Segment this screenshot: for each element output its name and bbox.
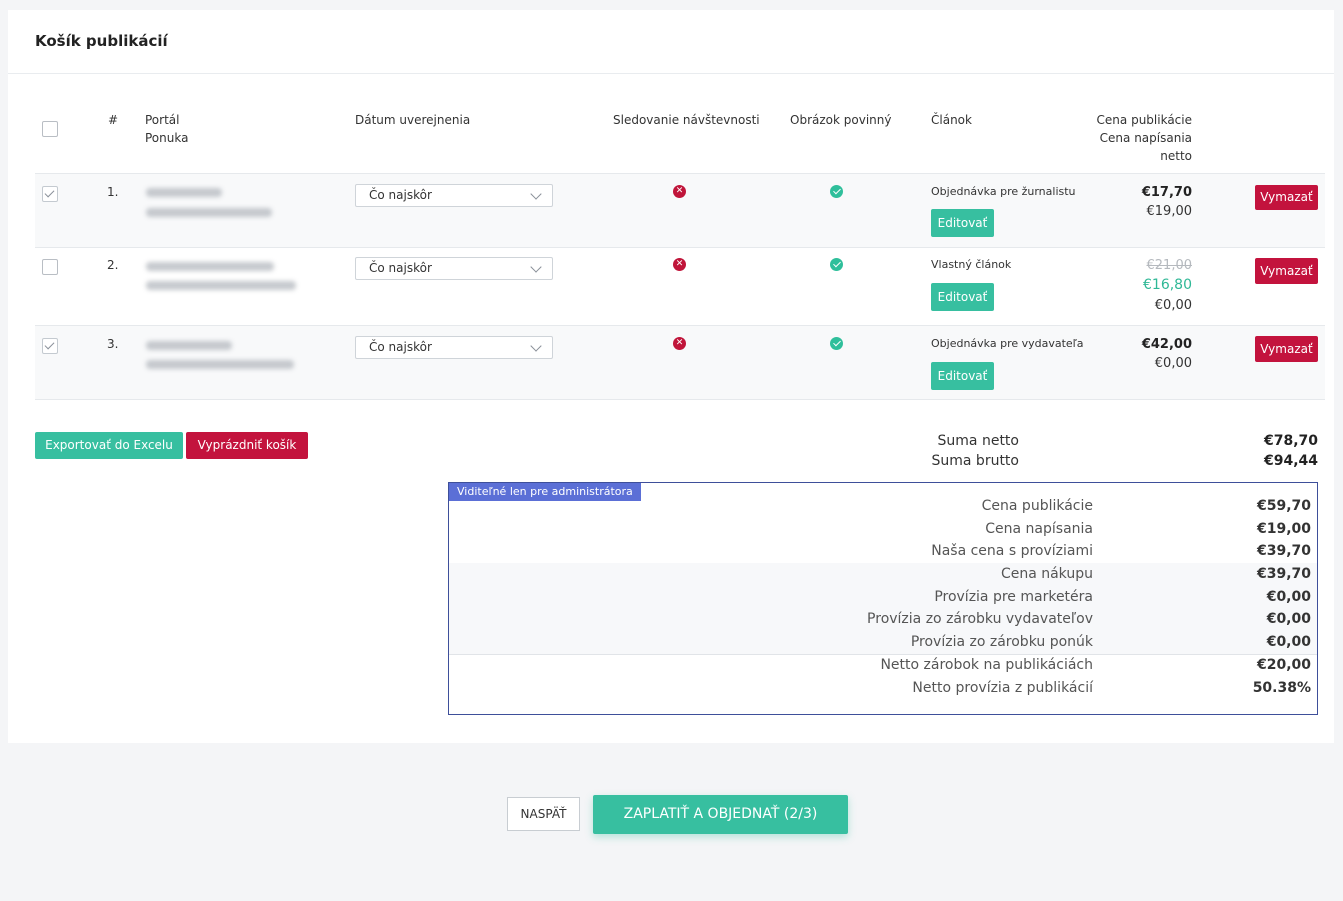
empty-cart-button[interactable]: Vyprázdniť košík: [186, 432, 308, 459]
admin-value: €20,00: [1256, 657, 1311, 673]
header-divider: [8, 73, 1334, 74]
publish-date-value: Čo najskôr: [369, 261, 432, 275]
price-publication-original: €21,00: [1146, 258, 1193, 273]
edit-article-button[interactable]: Editovať: [931, 209, 994, 237]
row-checkbox[interactable]: [42, 259, 58, 275]
admin-tag: Viditeľné len pre administrátora: [449, 483, 641, 501]
article-type: Objednávka pre žurnalistu: [931, 185, 1076, 198]
admin-value: €0,00: [1266, 634, 1311, 650]
admin-label: Cena nákupu: [1000, 566, 1093, 582]
publish-date-select[interactable]: Čo najskôr: [355, 184, 553, 207]
offer-name-redacted: [146, 281, 296, 290]
admin-label: Cena napísania: [985, 521, 1093, 537]
publish-date-select[interactable]: Čo najskôr: [355, 336, 553, 359]
row-number: 1.: [107, 185, 119, 199]
publish-date-value: Čo najskôr: [369, 340, 432, 354]
col-price-publication: Cena publikácie: [1096, 113, 1192, 127]
admin-label: Provízia pre marketéra: [934, 589, 1093, 605]
sum-net-label: Suma netto: [937, 433, 1019, 449]
price-publication-discounted: €16,80: [1143, 277, 1192, 293]
chevron-down-icon: [530, 188, 542, 200]
row-divider: [35, 399, 1325, 400]
publish-date-select[interactable]: Čo najskôr: [355, 257, 553, 280]
tracking-no-icon: ✕: [673, 258, 686, 271]
image-required-yes-icon: [830, 185, 843, 198]
col-price-writing: Cena napísania: [1099, 131, 1192, 145]
edit-article-button[interactable]: Editovať: [931, 362, 994, 390]
admin-value: €59,70: [1256, 498, 1311, 514]
select-all-checkbox[interactable]: [42, 121, 58, 137]
portal-name-redacted: [146, 341, 232, 350]
article-type: Objednávka pre vydavateľa: [931, 337, 1084, 350]
delete-row-button[interactable]: Vymazať: [1255, 336, 1318, 362]
admin-value: 50.38%: [1252, 680, 1311, 696]
cart-card: Košík publikácií # Portál Ponuka Dátum u…: [8, 10, 1334, 743]
price-writing: €19,00: [1146, 204, 1193, 219]
admin-label: Cena publikácie: [981, 498, 1093, 514]
col-number: #: [108, 113, 119, 127]
sum-net-value: €78,70: [1263, 433, 1318, 449]
sum-gross-label: Suma brutto: [931, 453, 1020, 469]
page-title: Košík publikácií: [35, 32, 168, 50]
chevron-down-icon: [530, 340, 542, 352]
row-checkbox[interactable]: [42, 338, 58, 354]
portal-name-redacted: [146, 188, 222, 197]
publish-date-value: Čo najskôr: [369, 188, 432, 202]
image-required-yes-icon: [830, 337, 843, 350]
chevron-down-icon: [530, 261, 542, 273]
price-writing: €0,00: [1154, 356, 1192, 371]
price-publication: €17,70: [1141, 185, 1192, 200]
sum-gross-value: €94,44: [1263, 453, 1318, 469]
price-publication: €42,00: [1141, 337, 1192, 352]
col-tracking: Sledovanie návštevnosti: [613, 113, 760, 127]
col-net: netto: [1160, 149, 1192, 163]
admin-label: Provízia zo zárobku ponúk: [910, 634, 1093, 650]
row-number: 2.: [107, 258, 119, 272]
delete-row-button[interactable]: Vymazať: [1255, 258, 1318, 284]
admin-label: Provízia zo zárobku vydavateľov: [867, 611, 1093, 627]
admin-value: €0,00: [1266, 589, 1311, 605]
col-image-required: Obrázok povinný: [790, 113, 892, 127]
col-publish-date: Dátum uverejnenia: [355, 113, 471, 127]
admin-value: €39,70: [1256, 543, 1311, 559]
edit-article-button[interactable]: Editovať: [931, 283, 994, 311]
admin-value: €0,00: [1266, 611, 1311, 627]
admin-label: Naša cena s províziami: [931, 543, 1093, 559]
delete-row-button[interactable]: Vymazať: [1255, 185, 1318, 210]
admin-label: Netto zárobok na publikáciách: [880, 657, 1093, 673]
back-button[interactable]: NASPÄŤ: [507, 797, 580, 831]
portal-name-redacted: [146, 262, 274, 271]
admin-value: €19,00: [1256, 521, 1311, 537]
row-divider: [35, 247, 1325, 248]
admin-only-panel: Viditeľné len pre administrátora Cena pu…: [448, 482, 1318, 715]
export-excel-button[interactable]: Exportovať do Excelu: [35, 432, 183, 459]
col-article: Článok: [931, 113, 972, 127]
image-required-yes-icon: [830, 258, 843, 271]
admin-divider: [449, 654, 1317, 655]
admin-value: €39,70: [1256, 566, 1311, 582]
col-portal: Portál: [145, 113, 180, 127]
row-number: 3.: [107, 337, 119, 351]
col-offer: Ponuka: [145, 131, 189, 145]
article-type: Vlastný článok: [931, 258, 1012, 271]
tracking-no-icon: ✕: [673, 337, 686, 350]
price-writing: €0,00: [1154, 298, 1192, 313]
tracking-no-icon: ✕: [673, 185, 686, 198]
row-checkbox[interactable]: [42, 186, 58, 202]
offer-name-redacted: [146, 208, 272, 217]
pay-and-order-button[interactable]: ZAPLATIŤ A OBJEDNAŤ (2/3): [593, 795, 848, 834]
offer-name-redacted: [146, 360, 294, 369]
admin-band: [449, 563, 1317, 654]
admin-label: Netto provízia z publikácií: [912, 680, 1093, 696]
